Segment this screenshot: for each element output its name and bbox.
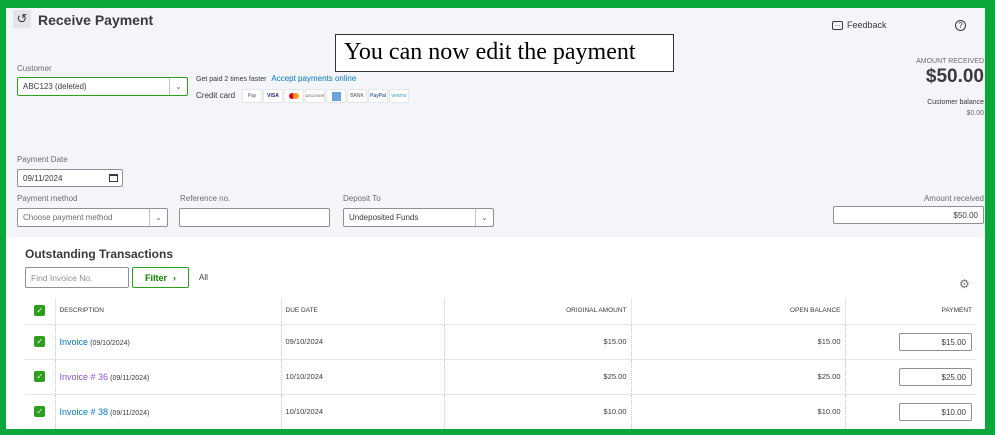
- invoice-date: (09/11/2024): [110, 409, 150, 417]
- amount-received-field-label: Amount received: [923, 194, 984, 203]
- column-due-date: DUE DATE: [280, 298, 444, 325]
- amount-received-total: $50.00: [925, 66, 984, 87]
- find-invoice-placeholder: Find Invoice No.: [31, 272, 93, 283]
- notice-banner: You can now edit the payment: [335, 34, 674, 72]
- original-amount: $25.00: [443, 359, 631, 395]
- payment-method-placeholder: Choose payment method: [23, 213, 113, 222]
- row-checkbox[interactable]: ✓: [34, 371, 46, 382]
- transactions-table: ✓ DESCRIPTION DUE DATE ORIGINAL AMOUNT O…: [25, 298, 976, 429]
- column-payment: PAYMENT: [844, 298, 976, 325]
- payment-input[interactable]: $15.00: [899, 332, 972, 351]
- chevron-down-icon: ⌄: [169, 78, 187, 95]
- payment-date-label: Payment Date: [17, 155, 68, 164]
- feedback-button[interactable]: … Feedback: [832, 20, 887, 30]
- credit-card-label: Credit card: [196, 91, 236, 100]
- accept-payments-link[interactable]: Accept payments online: [271, 74, 356, 83]
- table-row: ✓ Invoice (09/10/2024) 09/10/2024 $15.00…: [25, 324, 976, 360]
- paypal-icon: PayPal: [368, 89, 388, 103]
- table-header: ✓ DESCRIPTION DUE DATE ORIGINAL AMOUNT O…: [25, 298, 976, 325]
- feedback-label: Feedback: [847, 20, 887, 30]
- invoice-date: (09/10/2024): [90, 339, 130, 347]
- payment-input[interactable]: $25.00: [899, 367, 972, 386]
- customer-value: ABC123 (deleted): [23, 82, 87, 91]
- due-date: 10/10/2024: [280, 359, 444, 395]
- open-balance: $25.00: [630, 359, 845, 395]
- all-filter-label[interactable]: All: [199, 273, 208, 282]
- due-date: 09/10/2024: [280, 324, 444, 360]
- customer-balance-value: $0.00: [966, 110, 984, 117]
- card-logos: Pay VISA DISCOVER BANK PayPal venmo: [242, 89, 410, 103]
- chevron-right-icon: ›: [173, 272, 176, 283]
- venmo-icon: venmo: [389, 89, 409, 103]
- invoice-date: (09/11/2024): [110, 374, 150, 382]
- bank-icon: BANK: [347, 89, 367, 103]
- original-amount: $15.00: [443, 324, 631, 360]
- chevron-down-icon: ⌄: [475, 209, 493, 226]
- open-balance: $15.00: [630, 324, 845, 360]
- table-row: ✓ Invoice # 36 (09/11/2024) 10/10/2024 $…: [25, 359, 976, 395]
- payment-date-input[interactable]: 09/11/2024: [17, 169, 123, 187]
- payment-method-label: Payment method: [17, 194, 78, 203]
- amex-icon: [326, 89, 346, 103]
- open-balance: $10.00: [630, 394, 845, 429]
- due-date: 10/10/2024: [280, 394, 444, 429]
- payment-method-select[interactable]: Choose payment method ⌄: [17, 208, 168, 227]
- deposit-to-select[interactable]: Undeposited Funds ⌄: [343, 208, 494, 227]
- promo: Get paid 2 times faster Accept payments …: [196, 74, 356, 83]
- invoice-link[interactable]: Invoice # 36: [60, 372, 109, 382]
- column-description: DESCRIPTION: [54, 298, 281, 325]
- section-title: Outstanding Transactions: [25, 247, 174, 261]
- outstanding-transactions-section: Outstanding Transactions Find Invoice No…: [6, 237, 985, 429]
- filter-button[interactable]: Filter ›: [132, 267, 189, 288]
- invoice-link[interactable]: Invoice # 38: [60, 407, 109, 417]
- deposit-to-value: Undeposited Funds: [349, 213, 419, 222]
- page-title: Receive Payment: [38, 12, 154, 28]
- chat-icon: …: [832, 20, 843, 30]
- customer-balance-label: Customer balance: [927, 99, 984, 106]
- calendar-icon[interactable]: [109, 174, 118, 182]
- help-icon[interactable]: ?: [955, 20, 966, 31]
- customer-label: Customer: [17, 64, 52, 73]
- row-checkbox[interactable]: ✓: [34, 406, 46, 417]
- payment-input[interactable]: $10.00: [899, 402, 972, 421]
- receive-payment-window: ↺ Receive Payment … Feedback ? × You can…: [6, 8, 985, 429]
- history-icon[interactable]: ↺: [13, 10, 31, 28]
- column-original-amount: ORIGINAL AMOUNT: [443, 298, 631, 325]
- amount-received-label: AMOUNT RECEIVED: [916, 58, 984, 65]
- amount-received-input[interactable]: $50.00: [833, 206, 984, 224]
- settings-gear-icon[interactable]: ⚙: [959, 277, 970, 291]
- chevron-down-icon: ⌄: [149, 209, 167, 226]
- mastercard-icon: [284, 89, 304, 103]
- filter-label: Filter: [144, 272, 167, 283]
- select-all-checkbox[interactable]: ✓: [34, 305, 46, 317]
- column-open-balance: OPEN BALANCE: [630, 298, 845, 325]
- customer-select[interactable]: ABC123 (deleted) ⌄: [17, 77, 188, 96]
- apple-pay-icon: Pay: [242, 89, 262, 103]
- table-row: ✓ Invoice # 38 (09/11/2024) 10/10/2024 $…: [25, 394, 976, 429]
- find-invoice-input[interactable]: Find Invoice No.: [25, 267, 129, 288]
- promo-text: Get paid 2 times faster: [196, 76, 267, 83]
- reference-label: Reference no.: [180, 194, 231, 203]
- original-amount: $10.00: [443, 394, 631, 429]
- row-checkbox[interactable]: ✓: [34, 336, 46, 347]
- close-icon[interactable]: ×: [984, 19, 985, 30]
- payment-date-value: 09/11/2024: [23, 173, 63, 183]
- visa-icon: VISA: [263, 89, 283, 103]
- discover-icon: DISCOVER: [305, 89, 325, 103]
- deposit-to-label: Deposit To: [343, 194, 381, 203]
- invoice-link[interactable]: Invoice: [60, 337, 89, 347]
- reference-input[interactable]: [179, 208, 330, 227]
- amount-received-value: $50.00: [953, 210, 978, 220]
